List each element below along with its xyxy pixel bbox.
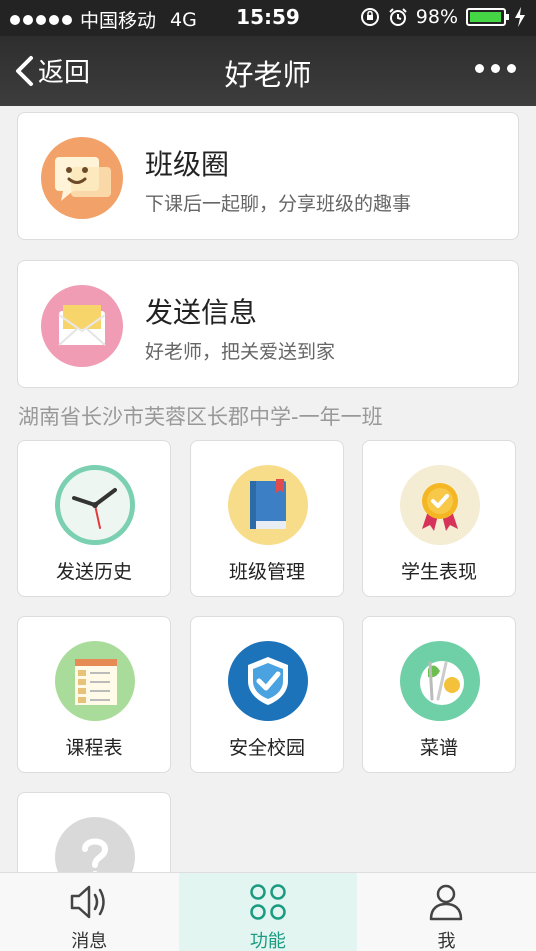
- shield-check-icon: [228, 641, 308, 721]
- tile-class-management[interactable]: 班级管理: [190, 440, 344, 597]
- status-bar: 中国移动 4G 15:59 98%: [0, 0, 536, 36]
- tab-bar: 消息 功能 我: [0, 872, 536, 951]
- tab-me[interactable]: 我: [357, 873, 536, 951]
- feature-card-class-circle[interactable]: 班级圈 下课后一起聊，分享班级的趣事: [17, 112, 519, 240]
- tile-schedule[interactable]: 课程表: [17, 616, 171, 773]
- school-name: 湖南省长沙市芙蓉区长郡中学-一年一班: [18, 405, 383, 429]
- tab-label: 我: [437, 931, 456, 951]
- feature-title: 发送信息: [145, 296, 258, 329]
- page-title: 好老师: [224, 58, 312, 92]
- chat-face-icon: [41, 137, 123, 219]
- tab-functions[interactable]: 功能: [178, 873, 358, 951]
- tile-send-history[interactable]: 发送历史: [17, 440, 171, 597]
- envelope-icon: [41, 285, 123, 367]
- status-right: 98%: [360, 6, 526, 28]
- tile-safe-campus[interactable]: 安全校园: [190, 616, 344, 773]
- battery-percent: 98%: [415, 6, 458, 28]
- tab-label: 功能: [249, 931, 286, 951]
- tile-recipes[interactable]: 菜谱: [362, 616, 516, 773]
- nav-bar: 返回 好老师: [0, 36, 536, 106]
- rotation-lock-icon: [360, 8, 379, 26]
- tab-messages[interactable]: 消息: [0, 873, 179, 951]
- feature-title: 班级圈: [145, 148, 230, 181]
- tile-label: 发送历史: [55, 561, 132, 583]
- speaker-icon: [71, 885, 106, 919]
- tile-label: 学生表现: [400, 561, 477, 583]
- tile-label: 课程表: [65, 737, 123, 759]
- person-icon: [430, 884, 463, 921]
- tile-student-performance[interactable]: 学生表现: [362, 440, 516, 597]
- tile-label: 班级管理: [228, 561, 305, 583]
- tab-label: 消息: [71, 931, 108, 951]
- clock-icon: [55, 465, 135, 545]
- feature-desc: 下课后一起聊，分享班级的趣事: [145, 193, 412, 215]
- grid-icon: [250, 884, 286, 920]
- tile-label: 菜谱: [419, 737, 458, 759]
- book-icon: [228, 465, 308, 545]
- feature-desc: 好老师，把关爱送到家: [145, 341, 336, 363]
- battery-icon: [466, 8, 509, 26]
- schedule-icon: [55, 641, 135, 721]
- more-dots-icon[interactable]: [475, 64, 516, 73]
- tile-label: 安全校园: [228, 737, 305, 759]
- medal-icon: [400, 465, 480, 545]
- menu-plate-icon: [400, 641, 480, 721]
- alarm-icon: [389, 8, 407, 26]
- charging-icon: [515, 7, 525, 27]
- feature-card-send-message[interactable]: 发送信息 好老师，把关爱送到家: [17, 260, 519, 388]
